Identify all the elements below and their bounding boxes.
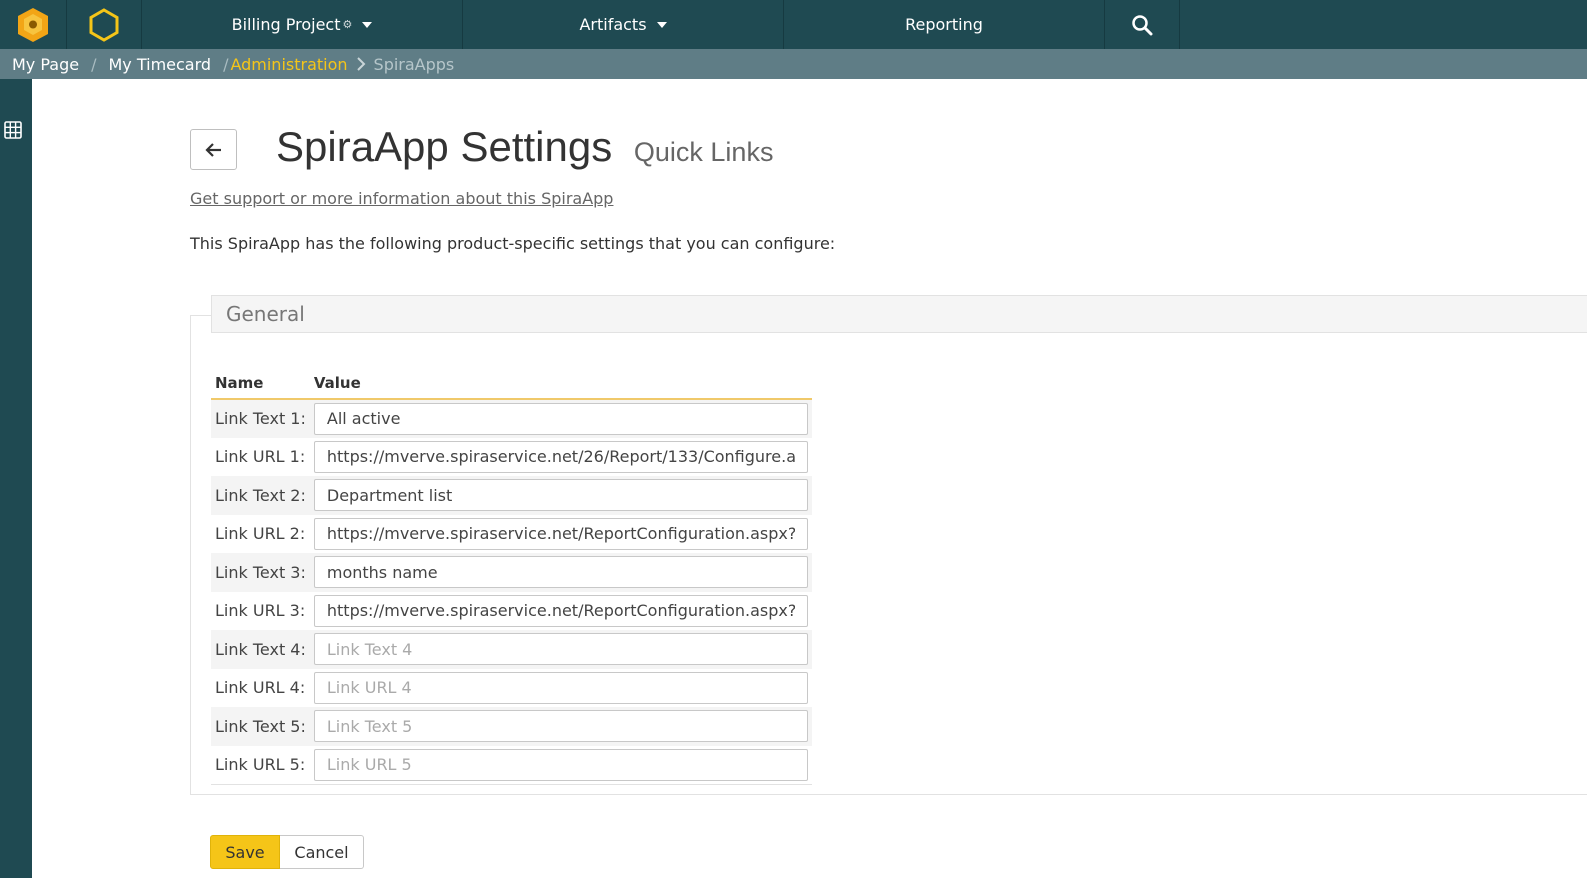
table-row: Link URL 4: (211, 669, 812, 708)
grid-icon[interactable] (4, 121, 22, 139)
breadcrumb-administration[interactable]: Administration (230, 55, 347, 74)
breadcrumb-my-timecard[interactable]: My Timecard (108, 55, 211, 74)
reporting-label: Reporting (905, 15, 983, 34)
setting-input[interactable] (313, 633, 808, 666)
table-row: Link Text 5: (211, 707, 812, 746)
artifacts-menu[interactable]: Artifacts (463, 0, 784, 49)
page-title-text: SpiraApp Settings (276, 123, 613, 170)
breadcrumb-spiraapps: SpiraApps (373, 54, 455, 74)
setting-input[interactable] (313, 556, 808, 589)
table-row: Link URL 2: (211, 515, 812, 554)
setting-value-cell (309, 553, 812, 592)
setting-label: Link URL 5: (211, 745, 310, 785)
cancel-button[interactable]: Cancel (280, 835, 364, 869)
spira-logo-icon (18, 7, 48, 42)
setting-value-cell (309, 630, 812, 669)
general-legend: General (211, 295, 1587, 333)
form-buttons: Save Cancel (210, 835, 364, 869)
setting-input[interactable] (313, 710, 808, 743)
back-button[interactable] (190, 129, 237, 170)
top-navigation: Billing Project ⚙ Artifacts Reporting (0, 0, 1587, 49)
setting-label: Link Text 4: (211, 630, 310, 669)
setting-input[interactable] (313, 748, 808, 781)
setting-input[interactable] (313, 671, 808, 704)
setting-value-cell (309, 399, 812, 438)
setting-value-cell (309, 707, 812, 746)
breadcrumb: My Page / My Timecard / Administration S… (0, 49, 1587, 79)
product-home-cell[interactable] (67, 0, 142, 49)
search-button[interactable] (1105, 0, 1180, 49)
chevron-down-icon (656, 21, 667, 28)
logo-cell[interactable] (0, 0, 67, 49)
setting-value-cell (310, 592, 812, 631)
search-icon (1132, 14, 1153, 35)
gear-icon: ⚙ (342, 18, 353, 31)
support-link[interactable]: Get support or more information about th… (190, 189, 613, 208)
setting-value-cell (310, 515, 812, 554)
setting-value-cell (309, 745, 812, 785)
setting-label: Link Text 5: (211, 707, 310, 746)
setting-label: Link Text 1: (211, 399, 310, 438)
artifacts-label: Artifacts (579, 15, 647, 34)
table-row: Link Text 2: (211, 476, 812, 515)
chevron-down-icon (362, 21, 373, 28)
table-row: Link URL 3: (211, 592, 812, 631)
intro-text: This SpiraApp has the following product-… (190, 234, 836, 253)
setting-label: Link Text 2: (211, 476, 310, 515)
setting-input[interactable] (313, 517, 808, 550)
chevron-right-icon (356, 57, 365, 71)
page-title: SpiraApp Settings Quick Links (276, 123, 773, 171)
setting-input[interactable] (313, 440, 808, 473)
setting-label: Link URL 3: (215, 601, 306, 621)
reporting-menu[interactable]: Reporting (784, 0, 1105, 49)
arrow-left-icon (204, 142, 221, 157)
setting-input[interactable] (313, 479, 808, 512)
setting-input[interactable] (313, 594, 808, 627)
general-fieldset: General Name Value Link Text 1: Link URL … (190, 295, 1587, 795)
setting-label: Link URL 2: (215, 524, 306, 544)
project-label: Billing Project (231, 15, 341, 34)
setting-value-cell (310, 438, 812, 477)
breadcrumb-separator: / (91, 54, 97, 74)
setting-input[interactable] (313, 402, 808, 435)
table-row: Link URL 5: (211, 745, 812, 785)
breadcrumb-separator: / (223, 54, 229, 74)
project-selector[interactable]: Billing Project ⚙ (142, 0, 463, 49)
page-subtitle: Quick Links (633, 137, 774, 167)
settings-table: Name Value Link Text 1: Link URL 1: Link T… (211, 366, 812, 785)
column-header-value: Value (309, 366, 812, 400)
setting-label: Link URL 1: (215, 447, 306, 467)
left-rail (0, 79, 32, 878)
table-row: Link Text 1: (211, 399, 812, 438)
save-button[interactable]: Save (210, 835, 280, 869)
setting-value-cell (310, 669, 812, 708)
table-row: Link URL 1: (211, 438, 812, 477)
table-row: Link Text 3: (211, 553, 812, 592)
setting-value-cell (309, 476, 812, 515)
column-header-name: Name (211, 366, 310, 400)
breadcrumb-my-page[interactable]: My Page (12, 55, 79, 74)
table-row: Link Text 4: (211, 630, 812, 669)
setting-label: Link Text 3: (211, 553, 310, 592)
setting-label: Link URL 4: (215, 678, 306, 698)
hexagon-icon (89, 7, 119, 42)
